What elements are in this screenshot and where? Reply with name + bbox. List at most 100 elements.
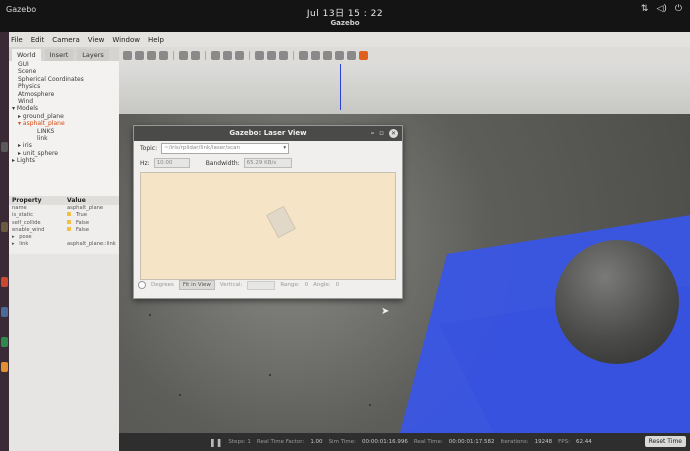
cylinder-shape-icon[interactable] xyxy=(235,51,244,60)
pose-value-empty xyxy=(64,234,119,241)
dock-app-icon[interactable] xyxy=(1,222,8,232)
snap-icon[interactable] xyxy=(335,51,344,60)
tab-layers[interactable]: Layers xyxy=(77,49,109,61)
paste-icon[interactable] xyxy=(311,51,320,60)
menu-file[interactable]: File xyxy=(11,36,23,44)
value-column-header: Value xyxy=(67,197,86,204)
property-value: True xyxy=(76,212,88,219)
sphere-shape-icon[interactable] xyxy=(223,51,232,60)
property-value: False xyxy=(76,226,90,233)
menu-camera[interactable]: Camera xyxy=(52,36,79,44)
undo-icon[interactable] xyxy=(179,51,188,60)
sky-backdrop xyxy=(119,64,690,114)
property-row[interactable]: is_static True xyxy=(9,212,119,219)
toolbar-separator xyxy=(173,51,174,60)
dock-app-icon[interactable] xyxy=(1,277,8,287)
tree-item-scene[interactable]: Scene xyxy=(9,68,119,75)
menu-window[interactable]: Window xyxy=(112,36,140,44)
scene-toolbar xyxy=(119,47,690,64)
real-time-value: 00:00:01:17.582 xyxy=(448,439,495,445)
property-row[interactable]: self_collide False xyxy=(9,219,119,227)
ground-speck xyxy=(369,404,371,406)
unit-sphere-model[interactable] xyxy=(555,240,679,364)
menu-help[interactable]: Help xyxy=(148,36,164,44)
fit-in-view-button[interactable]: Fit in View xyxy=(178,280,215,290)
dock-app-icon[interactable] xyxy=(1,307,8,317)
tree-item-lights[interactable]: ▸ Lights xyxy=(9,157,119,164)
close-icon[interactable]: ✕ xyxy=(389,129,398,138)
chevron-down-icon: ▾ xyxy=(283,145,287,151)
toolbar-separator xyxy=(249,51,250,60)
property-value-cell: False xyxy=(64,219,119,227)
tree-item-asphalt-plane[interactable]: ▾ asphalt_plane xyxy=(9,120,119,127)
minimize-icon[interactable]: – xyxy=(371,129,375,138)
topic-select[interactable]: ~/iris/rplidar/link/laser/scan ▾ xyxy=(161,143,290,154)
property-row[interactable]: name asphalt_plane xyxy=(9,205,119,212)
tree-label-asphalt-plane: asphalt_plane xyxy=(22,120,65,128)
record-icon[interactable] xyxy=(359,51,368,60)
checkbox-icon[interactable] xyxy=(67,219,71,224)
topic-value: ~/iris/rplidar/link/laser/scan xyxy=(164,145,240,151)
translate-mode-icon[interactable] xyxy=(135,51,144,60)
tree-item-unit-sphere[interactable]: ▸ unit_sphere xyxy=(9,150,119,157)
left-panel-tabs: World Insert Layers xyxy=(9,47,119,61)
fps-value: 62.44 xyxy=(575,439,592,445)
dialog-titlebar[interactable]: Gazebo: Laser View – ▫ ✕ xyxy=(134,126,402,141)
pose-text: pose xyxy=(19,234,32,241)
point-light-icon[interactable] xyxy=(255,51,264,60)
tree-item-models[interactable]: ▾ Models xyxy=(9,105,119,112)
box-shape-icon[interactable] xyxy=(211,51,220,60)
tree-item-ground-plane[interactable]: ▸ ground_plane xyxy=(9,113,119,120)
volume-icon[interactable]: ◁) xyxy=(656,4,666,14)
pause-icon[interactable]: ❚❚ xyxy=(209,438,222,447)
tree-item-spherical[interactable]: Spherical Coordinates xyxy=(9,76,119,83)
tree-item-atmosphere[interactable]: Atmosphere xyxy=(9,91,119,98)
reset-time-button[interactable]: Reset Time xyxy=(644,436,686,447)
tree-item-links[interactable]: LINKS xyxy=(9,128,119,135)
tree-item-gui[interactable]: GUI xyxy=(9,61,119,68)
hz-field: 10.00 xyxy=(153,158,190,168)
dock-app-icon[interactable] xyxy=(1,337,8,347)
copy-icon[interactable] xyxy=(299,51,308,60)
select-mode-icon[interactable] xyxy=(123,51,132,60)
menu-view[interactable]: View xyxy=(88,36,105,44)
network-icon[interactable]: ⇅ xyxy=(641,4,649,14)
redo-icon[interactable] xyxy=(191,51,200,60)
topic-label: Topic: xyxy=(140,145,158,152)
spot-light-icon[interactable] xyxy=(267,51,276,60)
tab-insert[interactable]: Insert xyxy=(44,49,74,61)
tree-item-link[interactable]: link xyxy=(9,135,119,142)
dock-app-icon[interactable] xyxy=(1,142,8,152)
property-row[interactable]: enable_wind False xyxy=(9,226,119,234)
change-view-icon[interactable] xyxy=(347,51,356,60)
property-value[interactable]: asphalt_plane xyxy=(64,205,119,212)
degrees-radio[interactable] xyxy=(138,281,146,289)
tree-item-physics[interactable]: Physics xyxy=(9,83,119,90)
menu-bar: File Edit Camera View Window Help xyxy=(9,32,690,47)
property-row-link[interactable]: ▸ link asphalt_plane::link xyxy=(9,241,119,248)
checkbox-icon[interactable] xyxy=(67,212,71,217)
dialog-window-controls: – ▫ ✕ xyxy=(371,129,398,138)
properties-header: Property Value xyxy=(9,196,119,205)
hz-label: Hz: xyxy=(140,159,150,167)
tree-item-iris[interactable]: ▸ iris xyxy=(9,142,119,149)
menu-edit[interactable]: Edit xyxy=(31,36,45,44)
dialog-title: Gazebo: Laser View xyxy=(229,129,307,137)
maximize-icon[interactable]: ▫ xyxy=(379,129,384,138)
system-clock[interactable]: Jul 13日 15 : 22 xyxy=(0,6,690,19)
property-row-pose[interactable]: ▸ pose xyxy=(9,234,119,241)
dock-app-icon[interactable] xyxy=(1,362,8,372)
rotate-mode-icon[interactable] xyxy=(147,51,156,60)
directional-light-icon[interactable] xyxy=(279,51,288,60)
laser-view-dialog: Gazebo: Laser View – ▫ ✕ Topic: ~/iris/r… xyxy=(133,125,403,299)
align-icon[interactable] xyxy=(323,51,332,60)
z-axis-line xyxy=(340,64,341,110)
tab-world[interactable]: World xyxy=(12,49,41,61)
real-time-label: Real Time: xyxy=(413,439,443,445)
laser-scan-canvas[interactable] xyxy=(140,172,396,280)
tree-item-wind[interactable]: Wind xyxy=(9,98,119,105)
property-name: name xyxy=(12,205,27,211)
scale-mode-icon[interactable] xyxy=(159,51,168,60)
power-icon[interactable]: ⏻ xyxy=(675,4,682,14)
checkbox-icon[interactable] xyxy=(67,226,71,231)
